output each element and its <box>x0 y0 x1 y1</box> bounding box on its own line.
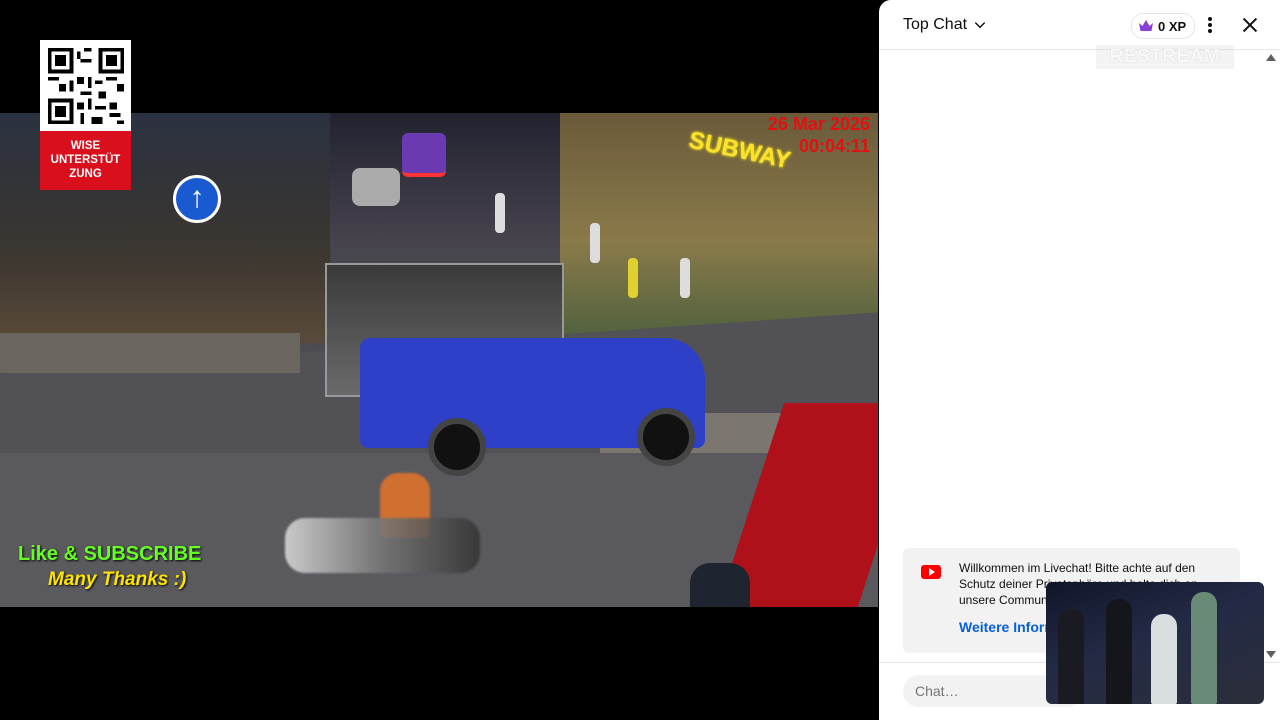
donation-line: UNTERSTÜT <box>50 154 121 166</box>
pedestrian <box>628 258 638 298</box>
youtube-icon <box>921 565 941 579</box>
pip-person <box>1151 614 1177 704</box>
car <box>352 168 400 206</box>
pip-person <box>1058 609 1084 704</box>
waving-person <box>690 563 750 607</box>
street-camera-feed: ↑ SUBWAY 26 Mar 2026 00:04:11 <box>0 113 878 607</box>
camera-timestamp: 26 Mar 2026 00:04:11 <box>768 113 870 157</box>
donation-label: WISE UNTERSTÜT ZUNG <box>40 131 131 190</box>
donation-badge[interactable]: WISE UNTERSTÜT ZUNG <box>40 40 131 190</box>
chevron-down-icon <box>974 21 986 28</box>
like-subscribe-text: Like & SUBSCRIBE <box>18 543 202 565</box>
video-player[interactable]: ↑ SUBWAY 26 Mar 2026 00:04:11 WISE UNTER… <box>0 0 878 720</box>
chat-header: Top Chat 0 XP <box>879 0 1280 50</box>
timestamp-date: 26 Mar 2026 <box>767 114 870 134</box>
donation-line: WISE <box>70 140 101 152</box>
sidewalk-left <box>0 333 300 373</box>
motorbike <box>285 518 480 573</box>
picture-in-picture-video[interactable] <box>1046 582 1264 704</box>
chat-mode-dropdown[interactable]: Top Chat <box>903 16 987 34</box>
one-way-sign-icon: ↑ <box>173 175 221 223</box>
close-icon[interactable] <box>1239 14 1261 36</box>
xp-value: 0 XP <box>1158 18 1187 34</box>
bus <box>402 133 446 177</box>
thanks-text: Many Thanks :) <box>48 569 187 590</box>
restream-watermark: RESTREAM <box>1096 45 1234 69</box>
qr-code-icon <box>40 40 131 131</box>
scroll-up-arrow-icon[interactable] <box>1266 54 1276 61</box>
chat-title: Top Chat <box>903 15 968 33</box>
more-vert-icon <box>1208 17 1212 33</box>
truck-wheel <box>637 408 695 466</box>
pip-person <box>1191 592 1217 704</box>
donation-line: ZUNG <box>69 168 102 180</box>
more-options-button[interactable] <box>1200 13 1220 37</box>
pedestrian <box>590 223 600 263</box>
xp-badge[interactable]: 0 XP <box>1131 13 1196 39</box>
scroll-down-arrow-icon[interactable] <box>1266 651 1276 658</box>
pedestrian <box>495 193 505 233</box>
pip-person <box>1106 599 1132 704</box>
timestamp-time: 00:04:11 <box>798 136 870 156</box>
truck-wheel <box>428 418 486 476</box>
crown-icon <box>1139 20 1153 31</box>
pedestrian <box>680 258 690 298</box>
